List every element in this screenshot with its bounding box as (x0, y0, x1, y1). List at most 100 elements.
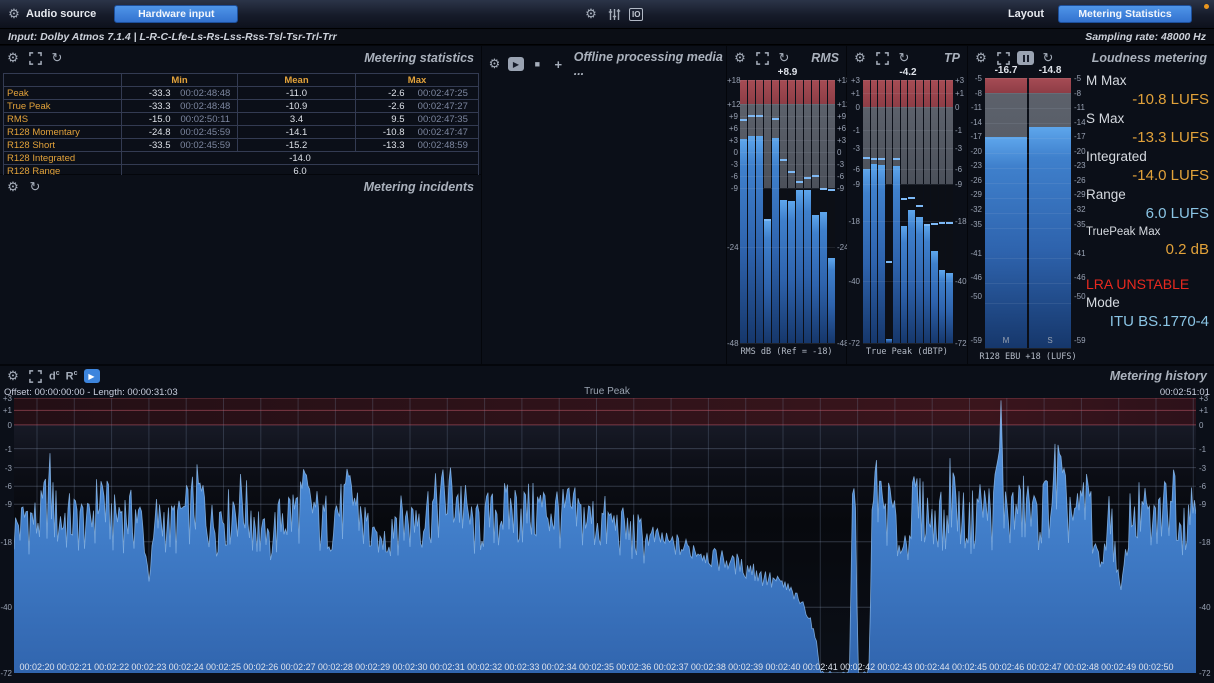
metering-statistics-button[interactable]: Metering Statistics (1058, 5, 1192, 23)
scale-tick-label: -40 (1198, 603, 1214, 612)
meter-gridline (863, 184, 953, 185)
scale-tick-label: -9 (727, 184, 739, 193)
loudness-footer: R128 EBU +18 (LUFS) (968, 352, 1088, 362)
settings-gear-icon[interactable]: ⚙ (583, 6, 599, 22)
expand-icon[interactable] (27, 368, 43, 384)
gear-icon[interactable]: ⚙ (973, 50, 989, 66)
scale-tick-label: -20 (969, 147, 983, 156)
level-bar (828, 258, 835, 343)
scale-tick-label: -72 (0, 669, 13, 678)
offline-header-icons: ⚙ ▶ ■ + Offline processing media ... (487, 50, 726, 78)
readout-value: 6.0 LUFS (1086, 204, 1209, 224)
panel-title: Metering history (1110, 369, 1207, 383)
expand-icon[interactable] (874, 50, 890, 66)
warn-zone (908, 107, 915, 184)
meter-channel (764, 80, 771, 343)
meter-gridline (985, 228, 1071, 229)
gear-icon[interactable]: ⚙ (487, 56, 502, 72)
io-routing-icon[interactable]: IO (629, 8, 643, 21)
reset-icon[interactable]: ↻ (1040, 50, 1056, 66)
expand-icon[interactable] (754, 50, 770, 66)
level-bar (812, 215, 819, 343)
scale-tick-label: -59 (969, 336, 983, 345)
gear-icon[interactable]: ⚙ (5, 50, 21, 66)
meter-gridline (985, 168, 1071, 169)
scale-tick-label: -8 (969, 89, 983, 98)
level-bar (804, 190, 811, 343)
reset-counter-icon[interactable]: Rc (66, 370, 78, 383)
meter-gridline (863, 281, 953, 282)
scale-tick-label: -24 (727, 243, 739, 252)
rms-meter-bars (740, 80, 835, 343)
level-bar (788, 201, 795, 343)
meter-channel (931, 80, 938, 343)
meter-gridline (863, 221, 953, 222)
readout-label: S Max (1086, 110, 1209, 128)
sampling-rate: Sampling rate: 48000 Hz (1085, 31, 1206, 43)
tp-scale-left: +3+10-1-3-6-9-18-40-72 (848, 80, 861, 343)
peak-hold-tick (828, 189, 835, 191)
reset-icon[interactable]: ↻ (27, 179, 43, 195)
meter-gridline (985, 283, 1071, 284)
expand-icon[interactable] (995, 50, 1011, 66)
gear-icon[interactable]: ⚙ (732, 50, 748, 66)
channel-label: S (1029, 336, 1071, 345)
history-scale-right: +3+10-1-3-6-9-18-40-72 (1198, 398, 1214, 673)
peak-hold-tick (796, 181, 803, 183)
scale-tick-label: -1 (954, 126, 966, 135)
mixer-sliders-icon[interactable] (606, 6, 622, 22)
readout-label: TruePeak Max (1086, 224, 1209, 240)
scale-tick-label: -1 (848, 126, 861, 135)
meter-gridline (740, 343, 835, 344)
scale-tick-label: +3 (727, 136, 739, 145)
stop-icon[interactable]: ■ (530, 56, 545, 72)
pause-icon[interactable] (1017, 51, 1034, 65)
reset-icon[interactable]: ↻ (896, 50, 912, 66)
audio-source-gear-icon[interactable]: ⚙ (6, 6, 22, 22)
loudness-header-icons: ⚙ ↻ (973, 50, 1056, 66)
scale-tick-label: +18 (727, 76, 739, 85)
peak-hold-tick (772, 118, 779, 120)
peak-hold-tick (916, 205, 923, 207)
reset-icon[interactable]: ↻ (776, 50, 792, 66)
over-zone (788, 80, 795, 104)
scale-tick-label: +3 (954, 76, 966, 85)
mode-label: Mode (1086, 294, 1209, 312)
history-header-icons: ⚙ dc Rc ▶ (5, 368, 100, 384)
hardware-input-button[interactable]: Hardware input (114, 5, 238, 23)
scale-tick-label: -6 (1198, 482, 1214, 491)
history-play-icon[interactable]: ▶ (84, 369, 100, 383)
over-zone (748, 80, 755, 104)
warn-zone (901, 107, 908, 184)
scale-tick-label: -46 (969, 273, 983, 282)
over-zone (820, 80, 827, 104)
level-bar (1029, 127, 1071, 348)
meter-channel (939, 80, 946, 343)
scale-tick-label: -9 (848, 180, 861, 189)
duration-counter-icon[interactable]: dc (49, 370, 60, 383)
scale-tick-label: +1 (848, 89, 861, 98)
warn-zone (931, 107, 938, 184)
meter-channel (893, 80, 900, 343)
gear-icon[interactable]: ⚙ (5, 179, 21, 195)
over-zone (764, 80, 771, 104)
expand-icon[interactable] (27, 50, 43, 66)
meter-channel (886, 80, 893, 343)
scale-tick-label: +12 (836, 100, 846, 109)
play-icon[interactable]: ▶ (508, 57, 524, 71)
scale-tick-label: -41 (1073, 249, 1087, 258)
loudness-scale-right: -5-8-11-14-17-20-23-26-29-32-35-41-46-50… (1073, 78, 1087, 340)
gear-icon[interactable]: ⚙ (852, 50, 868, 66)
history-chart[interactable]: 00:02:2000:02:2100:02:2200:02:2300:02:24… (14, 398, 1196, 673)
level-bar (820, 212, 827, 343)
metering-history-panel: ⚙ dc Rc ▶ Metering history Offset: 00:00… (0, 366, 1214, 683)
peak-hold-tick (863, 157, 870, 159)
mode-value: ITU BS.1770-4 (1086, 312, 1209, 332)
scale-tick-label: 0 (836, 148, 846, 157)
meter-gridline (740, 140, 835, 141)
reset-icon[interactable]: ↻ (49, 50, 65, 66)
add-media-icon[interactable]: + (551, 56, 566, 72)
over-zone (740, 80, 747, 104)
meter-gridline (740, 152, 835, 153)
gear-icon[interactable]: ⚙ (5, 368, 21, 384)
